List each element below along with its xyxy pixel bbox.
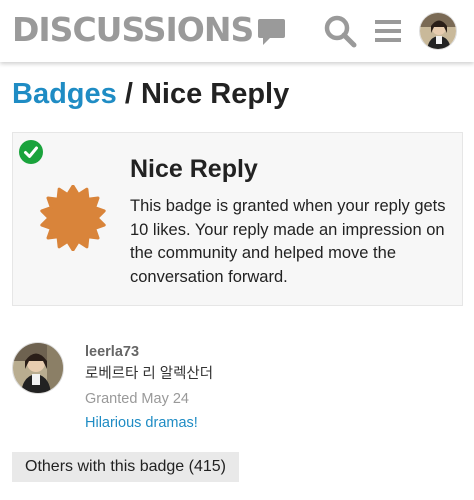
- hamburger-menu-icon[interactable]: [373, 16, 403, 46]
- search-icon[interactable]: [323, 14, 357, 48]
- check-circle-icon: [19, 140, 43, 164]
- speech-bubble-icon: [257, 16, 287, 46]
- others-with-badge-button[interactable]: Others with this badge (415): [12, 452, 239, 482]
- badge-card: Nice Reply This badge is granted when yo…: [12, 132, 463, 306]
- breadcrumb-separator: /: [124, 78, 133, 110]
- site-logo[interactable]: DISCUSSIONS: [12, 10, 287, 50]
- logo-text: DISCUSSIONS: [12, 10, 254, 49]
- user-avatar[interactable]: [419, 12, 457, 50]
- site-header: DISCUSSIONS: [0, 0, 474, 62]
- badge-description: This badge is granted when your reply ge…: [130, 197, 446, 286]
- granted-date: Granted May 24: [85, 391, 189, 407]
- badge-name: Nice Reply: [130, 155, 258, 183]
- granted-username[interactable]: leerla73: [85, 343, 139, 361]
- breadcrumb-current: Nice Reply: [140, 78, 290, 110]
- granted-user-avatar[interactable]: [12, 342, 64, 394]
- granted-topic-link[interactable]: Hilarious dramas!: [85, 414, 198, 432]
- granted-user-real-name: 로베르타 리 알렉산더: [85, 366, 214, 382]
- breadcrumb-badges-link[interactable]: Badges: [12, 78, 117, 110]
- badge-sun-icon: [40, 184, 106, 252]
- page-title: Badges / Nice Reply: [12, 76, 289, 112]
